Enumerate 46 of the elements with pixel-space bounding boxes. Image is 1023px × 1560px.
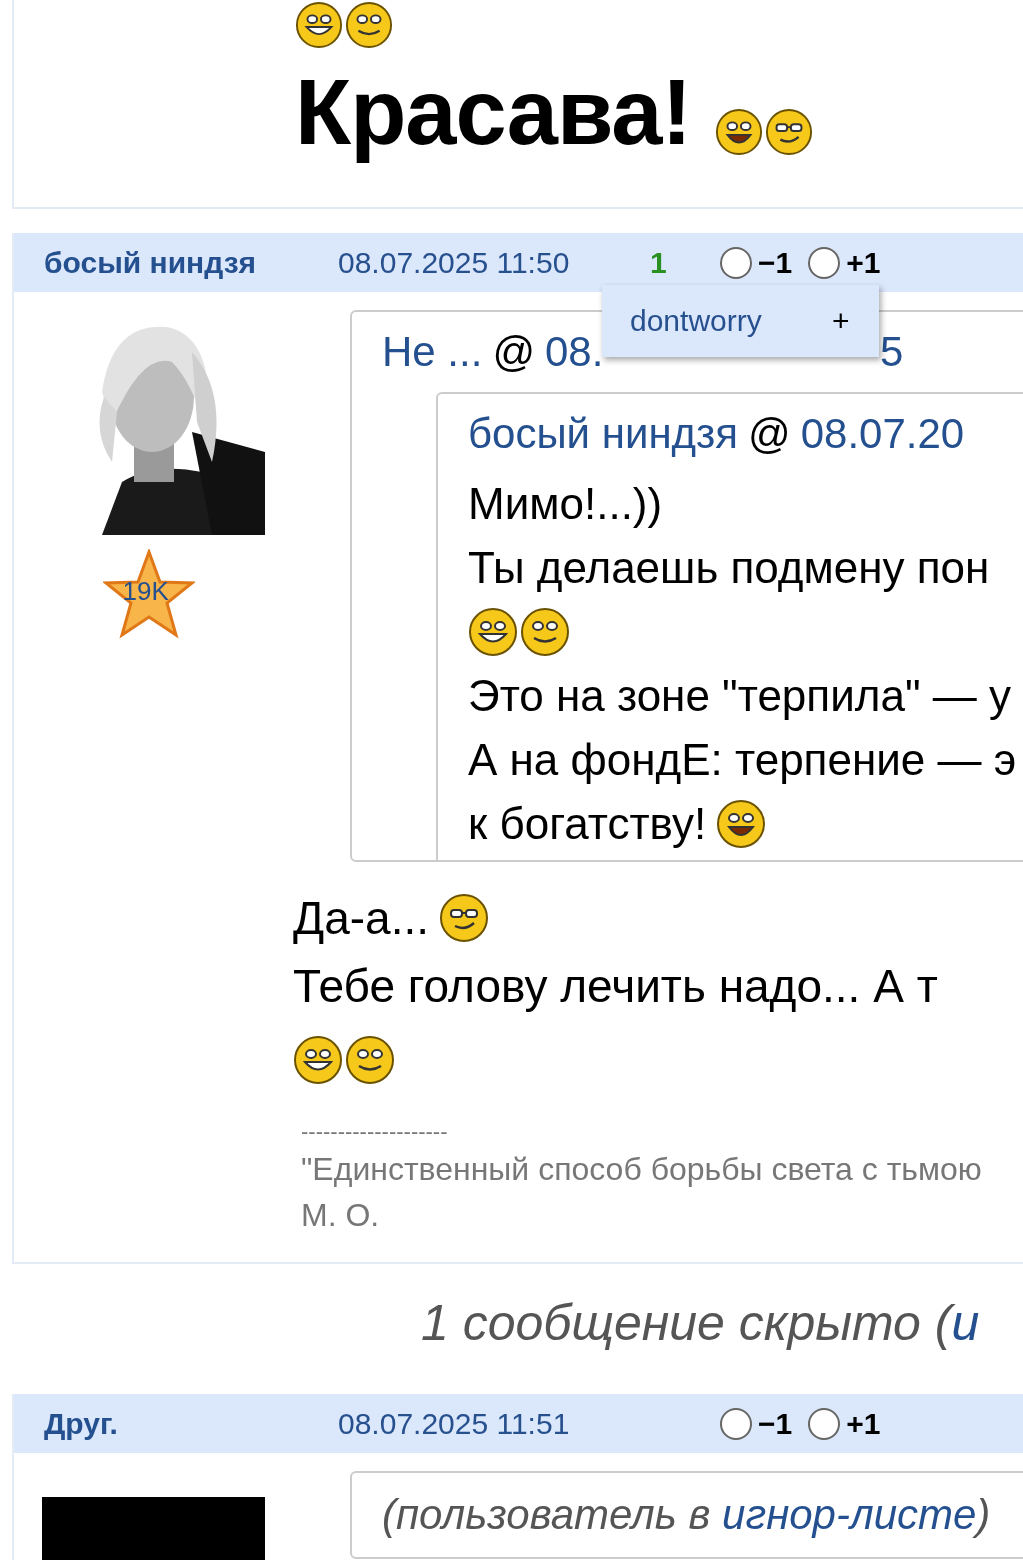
vote-radio[interactable] <box>720 1407 752 1440</box>
quote-author-link[interactable]: босый ниндзя <box>468 410 739 457</box>
message-text: Да-а... <box>293 891 429 945</box>
at-sign: @ <box>492 328 535 375</box>
vote-radio[interactable] <box>808 246 841 279</box>
post-date: 08.07.2025 11:51 <box>338 1406 571 1441</box>
smiley-icon <box>468 607 518 657</box>
vote-label: −1 <box>758 1406 793 1441</box>
smiley-icon <box>295 1 343 49</box>
quote-date-link[interactable]: 5 <box>880 312 904 392</box>
message-text: Это на зоне "терпила" — у <box>468 671 1011 721</box>
at-sign: @ <box>748 410 791 457</box>
vote-radio[interactable] <box>808 1407 841 1440</box>
vote-radio[interactable] <box>720 246 752 279</box>
author-name[interactable]: Друг. <box>44 1406 338 1441</box>
quote-date-link[interactable]: 08. <box>545 328 604 375</box>
message-text: Тебе голову лечить надо... А т <box>293 959 938 1013</box>
quote-author-link[interactable]: Не ... <box>382 328 483 375</box>
smiley-icon <box>715 108 764 156</box>
signature-text: "Единственный способ борьбы света с тьмою <box>301 1150 983 1189</box>
vote-label: −1 <box>758 245 793 280</box>
voter-vote: + <box>832 304 850 338</box>
signature-text: М. О. <box>301 1196 381 1235</box>
rating-count: 1 <box>650 245 667 279</box>
smiley-icon <box>293 1035 343 1085</box>
message-text: Ты делаешь подмену пон <box>468 543 990 593</box>
ignored-notice: (пользователь в игнор-листе) <box>382 1491 991 1538</box>
star-icon <box>102 549 195 639</box>
vote-label: +1 <box>846 245 881 280</box>
post-title: Красава! <box>295 62 692 162</box>
smiley-icon <box>345 1 393 49</box>
smiley-icon <box>765 108 814 156</box>
message-text: Мимо!...)) <box>468 479 663 529</box>
quote-date-link[interactable]: 08.07.20 <box>800 410 965 457</box>
post-date: 08.07.2025 11:50 <box>338 245 571 280</box>
author-name[interactable]: босый ниндзя <box>44 245 338 280</box>
voter-name[interactable]: dontworry <box>630 304 832 338</box>
rating-label: 19K <box>122 576 169 607</box>
signature-rule: -------------------- <box>301 1118 449 1146</box>
smiley-icon <box>345 1035 395 1085</box>
message-text: А на фондЕ: терпение — э <box>468 735 1017 785</box>
smiley-icon <box>439 893 489 943</box>
vote-label: +1 <box>846 1406 881 1441</box>
smiley-icon <box>716 799 767 849</box>
message-text: к богатству! <box>468 799 707 849</box>
smiley-icon <box>520 607 570 657</box>
